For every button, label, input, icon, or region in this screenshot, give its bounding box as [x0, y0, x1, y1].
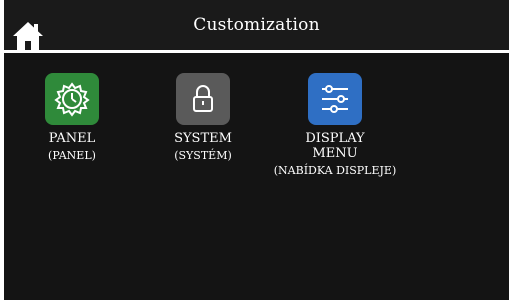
- gear-icon: [54, 82, 90, 117]
- tile-system-sublabel: (SYSTÉM): [174, 149, 232, 162]
- system-tile-icon-box: [176, 73, 230, 125]
- tile-display-menu-label: DISPLAY MENU: [305, 131, 365, 161]
- lock-icon: [193, 85, 213, 112]
- tile-display-menu-sublabel: (NABÍDKA DISPLEJE): [273, 164, 397, 177]
- header-bar: Customization: [4, 0, 509, 50]
- page-title: Customization: [193, 15, 320, 35]
- sliders-icon: [322, 85, 348, 113]
- customization-screen: Customization PANEL (PANEL) SYSTEM (SYST…: [0, 0, 513, 303]
- display-tile-icon-box: [308, 73, 362, 125]
- tile-system-label: SYSTEM: [174, 131, 232, 146]
- tile-panel-label: PANEL: [48, 131, 96, 146]
- main-content: PANEL (PANEL) SYSTEM (SYSTÉM) DISPLAY ME…: [4, 53, 509, 300]
- tile-panel-sublabel: (PANEL): [48, 149, 96, 162]
- panel-tile-icon-box: [45, 73, 99, 125]
- tile-display-menu[interactable]: DISPLAY MENU (NABÍDKA DISPLEJE): [260, 73, 410, 177]
- tile-system[interactable]: SYSTEM (SYSTÉM): [128, 73, 278, 162]
- tile-panel[interactable]: PANEL (PANEL): [0, 73, 147, 162]
